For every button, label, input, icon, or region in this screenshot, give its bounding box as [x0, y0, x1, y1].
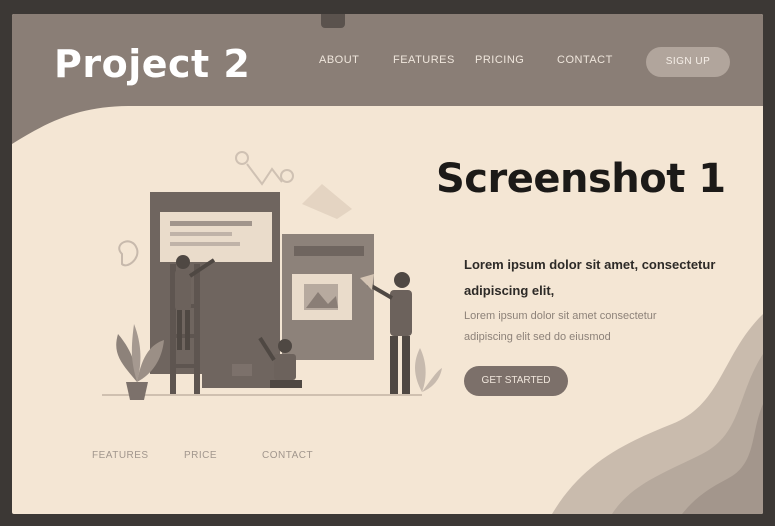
nav-link-features[interactable]: FEATURES — [393, 54, 455, 66]
lamp-icon — [235, 151, 294, 186]
footer-link-features[interactable]: FEATURES — [92, 450, 149, 461]
nav-link-about[interactable]: ABOUT — [319, 54, 359, 66]
nav-link-contact[interactable]: CONTACT — [557, 54, 613, 66]
footer-link-price[interactable]: PRICE — [184, 450, 217, 461]
page-frame: Project 2 ABOUT FEATURES PRICING CONTACT… — [12, 14, 763, 514]
footer-link-contact[interactable]: CONTACT — [262, 450, 313, 461]
hero-lead-text: Lorem ipsum dolor sit amet, consectetur … — [464, 257, 716, 298]
decorative-waves — [552, 314, 763, 514]
signup-button[interactable]: SIGN UP — [646, 47, 730, 77]
plant-icon — [415, 348, 442, 392]
hero-illustration — [102, 151, 442, 400]
hero-title: Screenshot 1 — [436, 156, 726, 202]
nav-link-pricing[interactable]: PRICING — [475, 54, 524, 66]
face-sketch-icon — [118, 240, 139, 267]
image-icon — [304, 284, 338, 310]
window-notch — [321, 14, 345, 28]
brand-logo[interactable]: Project 2 — [54, 42, 250, 86]
